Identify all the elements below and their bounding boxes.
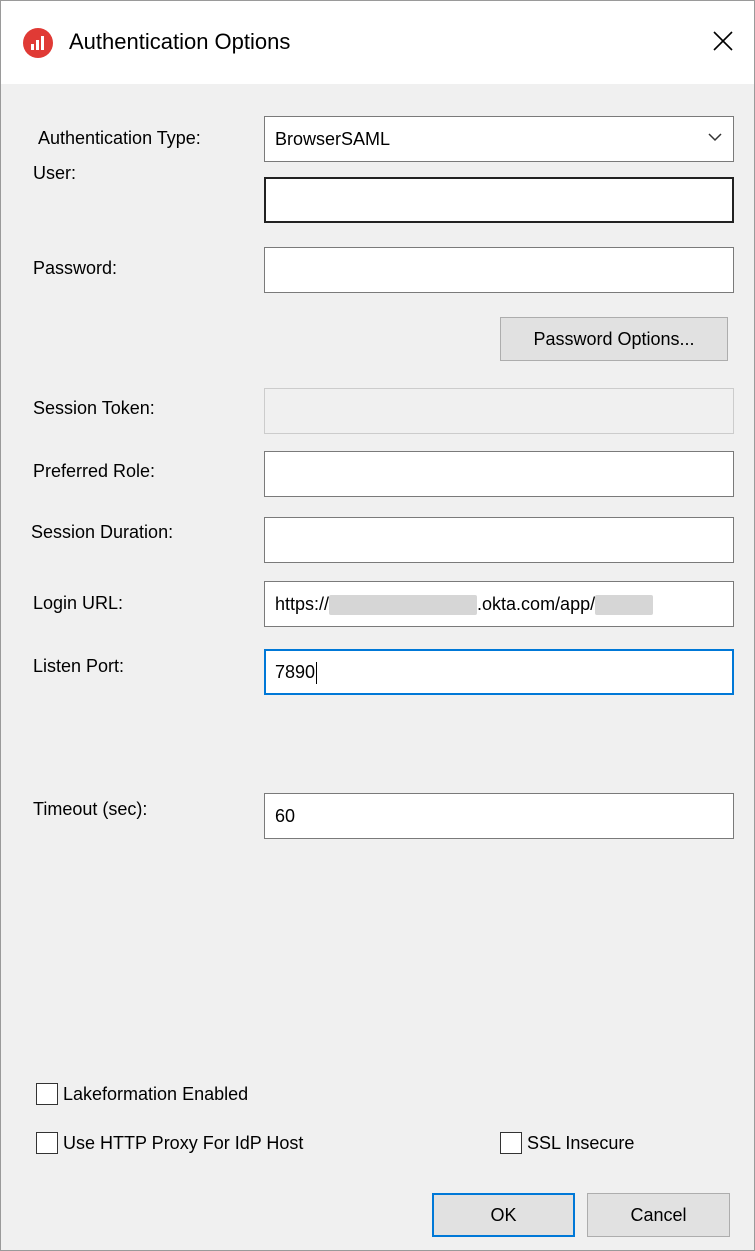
login-url-prefix: https:// [275,594,330,614]
http-proxy-checkbox[interactable] [36,1132,58,1154]
app-logo-icon [23,28,53,58]
close-icon[interactable] [705,23,741,59]
session-token-input [264,388,734,434]
preferred-role-label: Preferred Role: [33,461,156,481]
listen-port-label: Listen Port: [33,656,125,676]
auth-type-select[interactable]: BrowserSAML [264,116,734,162]
ssl-insecure-label[interactable]: SSL Insecure [527,1133,634,1154]
login-url-middle: .okta.com/app/ [477,594,596,614]
text-caret [316,662,318,685]
http-proxy-label[interactable]: Use HTTP Proxy For IdP Host [63,1133,303,1154]
session-duration-label: Session Duration: [31,522,174,542]
session-token-label: Session Token: [33,398,155,418]
preferred-role-input[interactable] [264,451,734,497]
timeout-input[interactable]: 60 [264,793,734,839]
lakeformation-checkbox[interactable] [36,1083,58,1105]
listen-port-value: 7890 [275,662,316,682]
lakeformation-label[interactable]: Lakeformation Enabled [63,1084,248,1105]
timeout-label: Timeout (sec): [33,799,148,819]
dialog-title: Authentication Options [69,29,291,54]
auth-type-value: BrowserSAML [275,129,391,149]
cancel-button[interactable]: Cancel [587,1193,730,1237]
session-duration-input[interactable] [264,517,734,563]
ssl-insecure-checkbox[interactable] [500,1132,522,1154]
user-label: User: [33,163,77,183]
password-label: Password: [33,258,118,278]
login-url-input[interactable]: https:// .okta.com/app/ [264,581,734,627]
redacted-subdomain [329,595,478,616]
redacted-app-path [595,595,654,616]
listen-port-input[interactable]: 7890 [264,649,734,695]
chevron-down-icon [708,133,722,142]
user-input[interactable] [264,177,734,223]
ok-button[interactable]: OK [432,1193,575,1237]
password-options-button[interactable]: Password Options... [500,317,728,361]
auth-type-label: Authentication Type: [38,128,201,148]
title-bar: Authentication Options [1,1,754,84]
authentication-options-dialog: Authentication Options Authentication Ty… [0,0,755,1251]
login-url-label: Login URL: [33,593,124,613]
password-input[interactable] [264,247,734,293]
